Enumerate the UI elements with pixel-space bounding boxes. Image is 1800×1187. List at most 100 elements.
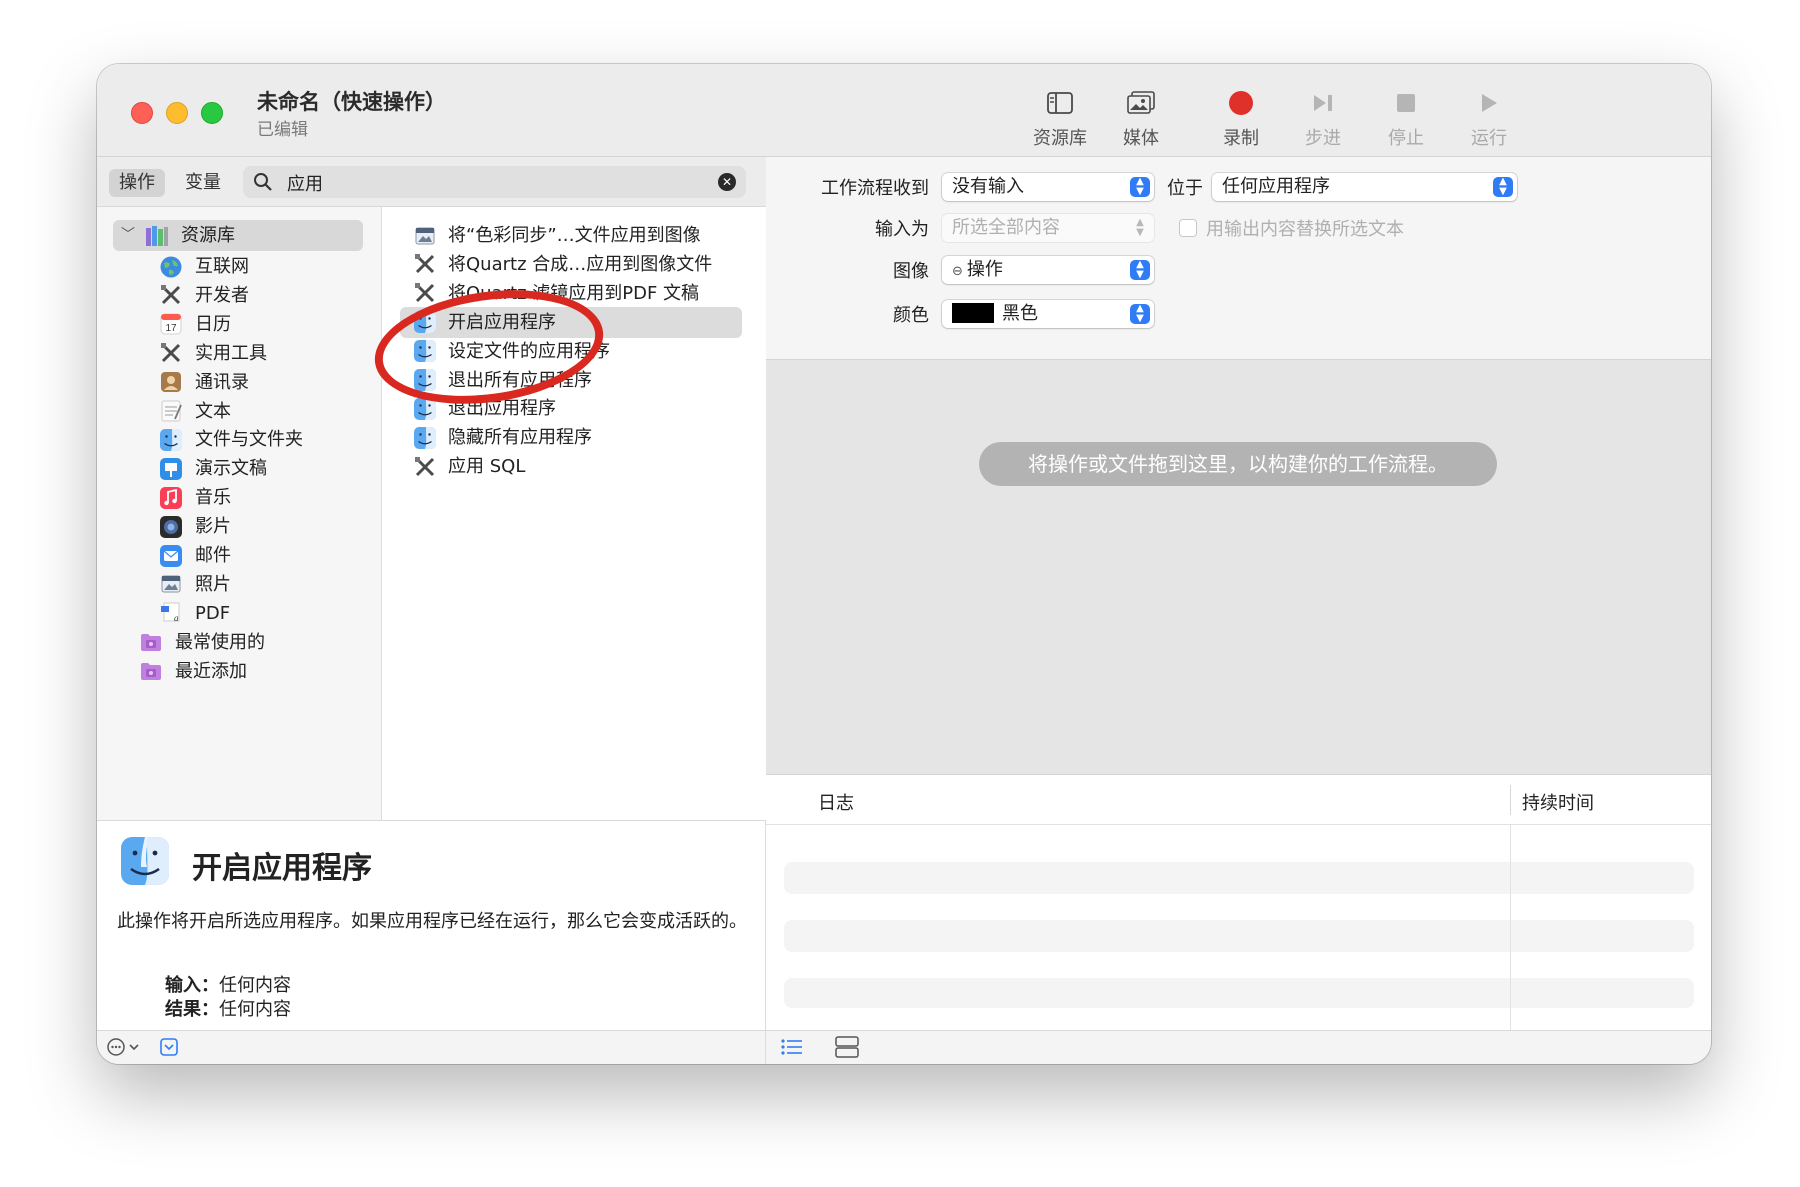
minus-circle-icon: ⊖: [952, 264, 963, 279]
left-bottom-bar: [97, 1030, 766, 1064]
input-label: 输入：: [165, 975, 219, 996]
library-root[interactable]: ﹀ 资源库: [113, 220, 363, 251]
search-icon: [253, 172, 273, 196]
replace-selected-checkbox[interactable]: [1179, 219, 1197, 237]
stop-icon: [1370, 86, 1442, 120]
input-is-label: 输入为: [875, 219, 929, 240]
run-toolbar-button[interactable]: 运行: [1453, 86, 1525, 150]
library-item[interactable]: a PDF: [159, 598, 230, 629]
color-popup[interactable]: 黑色 ▲ ▼: [942, 300, 1154, 328]
application-popup[interactable]: 任何应用程序 ▲ ▼: [1212, 173, 1517, 201]
zoom-button[interactable]: [201, 102, 223, 124]
image-value: 操作: [966, 259, 1003, 280]
smart-group-item[interactable]: 最常使用的: [139, 627, 265, 658]
replace-selected-label: 用输出内容替换所选文本: [1206, 219, 1404, 240]
photos-icon: [159, 572, 183, 596]
library-item[interactable]: 演示文稿: [159, 453, 267, 484]
library-list: ﹀ 资源库 互联网 开发者 17 日历 实用工具通讯录 文本 文件与文件夹 演示文稿音乐 影片邮…: [97, 207, 382, 820]
actions-list: 将“色彩同步”…文件应用到图像 将Quartz 合成…应用到图像文件 将Quartz…: [382, 207, 766, 820]
library-item-label: 照片: [195, 573, 231, 595]
music-icon: [159, 486, 183, 510]
column-divider[interactable]: [1510, 785, 1511, 815]
library-item[interactable]: 互联网: [159, 251, 249, 282]
window-title: 未命名（快速操作）: [257, 90, 446, 114]
globe-icon: [159, 255, 183, 279]
color-label: 颜色: [893, 305, 929, 326]
library-item[interactable]: 开发者: [159, 280, 249, 311]
library-item-label: 实用工具: [195, 342, 267, 364]
log-row: [784, 920, 1694, 952]
pdf-icon: a: [159, 601, 183, 625]
library-item-label: 音乐: [195, 487, 231, 509]
movie-icon: [159, 515, 183, 539]
library-header: 操作 变量 应用 ✕: [97, 157, 766, 207]
library-item-label: 演示文稿: [195, 458, 267, 480]
library-item[interactable]: 照片: [159, 569, 231, 600]
input-is-value: 所选全部内容: [952, 217, 1060, 238]
library-item[interactable]: 文本: [159, 396, 231, 427]
library-item[interactable]: 通讯录: [159, 367, 249, 398]
tab-actions[interactable]: 操作: [109, 169, 165, 197]
popup-arrows-icon: ▲ ▼: [1136, 217, 1144, 238]
clear-search-icon[interactable]: ✕: [718, 173, 736, 191]
automator-window: 未命名（快速操作） 已编辑 资源库 媒体 录制 步进 停止 运行 操作 变量 应…: [97, 64, 1711, 1064]
list-view-icon[interactable]: [780, 1037, 804, 1061]
log-column-header[interactable]: 日志: [818, 789, 854, 815]
library-item-label: 文件与文件夹: [195, 429, 303, 451]
input-is-popup[interactable]: 所选全部内容 ▲ ▼: [942, 214, 1154, 242]
color-value: 黑色: [1002, 303, 1038, 324]
workflow-canvas[interactable]: 将操作或文件拖到这里，以构建你的工作流程。: [766, 360, 1711, 774]
action-item-label: 隐藏所有应用程序: [448, 427, 592, 449]
action-item[interactable]: 将Quartz 合成…应用到图像文件: [400, 249, 742, 280]
log-row: [784, 862, 1694, 894]
calendar-icon: 17: [159, 312, 183, 336]
log-row: [784, 978, 1694, 1008]
title-bar: 未命名（快速操作） 已编辑 资源库 媒体 录制 步进 停止 运行: [97, 64, 1711, 157]
library-item-label: PDF: [195, 602, 231, 624]
library-item[interactable]: 文件与文件夹: [159, 424, 303, 455]
minimize-button[interactable]: [166, 102, 188, 124]
right-bottom-bar: [766, 1030, 1711, 1064]
keynote-icon: [159, 457, 183, 481]
tab-variables[interactable]: 变量: [175, 169, 231, 197]
smart-group-item[interactable]: 最近添加: [139, 656, 247, 687]
library-item[interactable]: 17 日历: [159, 309, 231, 340]
more-options-icon[interactable]: [105, 1036, 143, 1062]
folder-icon: [139, 659, 163, 683]
action-item[interactable]: 应用 SQL: [400, 451, 742, 482]
library-item[interactable]: 影片: [159, 511, 231, 542]
sidebar-icon: [1024, 86, 1096, 120]
receives-label: 工作流程收到: [821, 178, 929, 199]
action-item-label: 将Quartz 合成…应用到图像文件: [448, 253, 713, 275]
library-item[interactable]: 实用工具: [159, 338, 267, 369]
search-field[interactable]: 应用 ✕: [243, 166, 746, 198]
record-toolbar-button[interactable]: 录制: [1205, 86, 1277, 150]
library-item[interactable]: 邮件: [159, 540, 231, 571]
stop-toolbar-button[interactable]: 停止: [1370, 86, 1442, 150]
image-popup[interactable]: ⊖ 操作 ▲ ▼: [942, 256, 1154, 284]
library-toolbar-button[interactable]: 资源库: [1024, 86, 1096, 150]
step-toolbar-button[interactable]: 步进: [1287, 86, 1359, 150]
record-toolbar-label: 录制: [1223, 128, 1259, 149]
input-value: 任何内容: [219, 975, 291, 996]
receives-value: 没有输入: [952, 176, 1024, 197]
action-item-label: 应用 SQL: [448, 456, 526, 478]
action-item[interactable]: 隐藏所有应用程序: [400, 422, 742, 453]
library-item[interactable]: 音乐: [159, 482, 231, 513]
search-input[interactable]: 应用: [287, 170, 323, 196]
image-label: 图像: [893, 261, 929, 282]
action-item[interactable]: 将“色彩同步”…文件应用到图像: [400, 220, 742, 251]
tools-icon: [412, 455, 438, 479]
library-icon: [145, 224, 169, 248]
chevron-down-icon[interactable]: ﹀: [119, 220, 137, 251]
split-view-icon[interactable]: [835, 1036, 859, 1062]
run-toolbar-label: 运行: [1471, 128, 1507, 149]
receives-popup[interactable]: 没有输入 ▲ ▼: [942, 173, 1154, 201]
library-toolbar-label: 资源库: [1033, 128, 1087, 149]
description-toggle-icon[interactable]: [159, 1037, 179, 1061]
media-toolbar-button[interactable]: 媒体: [1105, 86, 1177, 150]
finder-icon: [412, 426, 438, 450]
tools-icon: [159, 341, 183, 365]
close-button[interactable]: [131, 102, 153, 124]
duration-column-header[interactable]: 持续时间: [1522, 789, 1594, 815]
